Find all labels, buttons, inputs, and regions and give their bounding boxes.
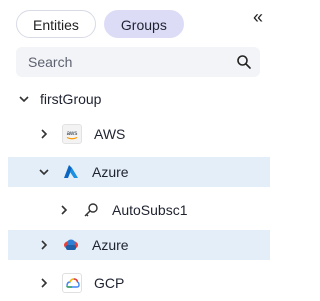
search-box [16,47,260,77]
tab-entities[interactable]: Entities [16,10,96,38]
search-input[interactable] [26,53,236,71]
tree-node-azure-2[interactable]: Azure [8,230,270,260]
tree-node-label: Azure [92,237,129,253]
chevron-right-icon[interactable] [36,237,52,253]
chevron-down-icon[interactable] [16,91,32,107]
key-icon [82,201,100,219]
tree-node-label: AutoSubsc1 [112,202,188,218]
tree-node-azure[interactable]: Azure [8,157,270,187]
chevron-right-icon[interactable] [36,126,52,142]
azure-cloud-icon [62,236,80,254]
tree-node-aws[interactable]: aws AWS [8,119,270,149]
tab-bar: Entities Groups [16,10,184,38]
tree-node-label: Azure [92,164,129,180]
tree-node-autosubsc1[interactable]: AutoSubsc1 [8,195,270,225]
tree-node-root[interactable]: firstGroup [8,84,270,114]
gcp-icon [62,273,82,293]
tree-node-label: GCP [94,275,125,291]
groups-panel: Entities Groups « firstGroup aws AWS [0,0,276,301]
chevron-right-icon[interactable] [56,202,72,218]
chevron-right-icon[interactable] [36,275,52,291]
tree-node-label: AWS [94,126,126,142]
collapse-panel-icon[interactable]: « [248,8,268,28]
tree-node-gcp[interactable]: GCP [8,268,270,298]
tab-groups[interactable]: Groups [103,10,184,38]
azure-icon [62,163,80,181]
chevron-down-icon[interactable] [36,164,52,180]
search-icon[interactable] [236,54,252,70]
aws-icon: aws [62,124,82,144]
svg-text:aws: aws [67,131,78,137]
tree-node-label: firstGroup [40,91,102,107]
